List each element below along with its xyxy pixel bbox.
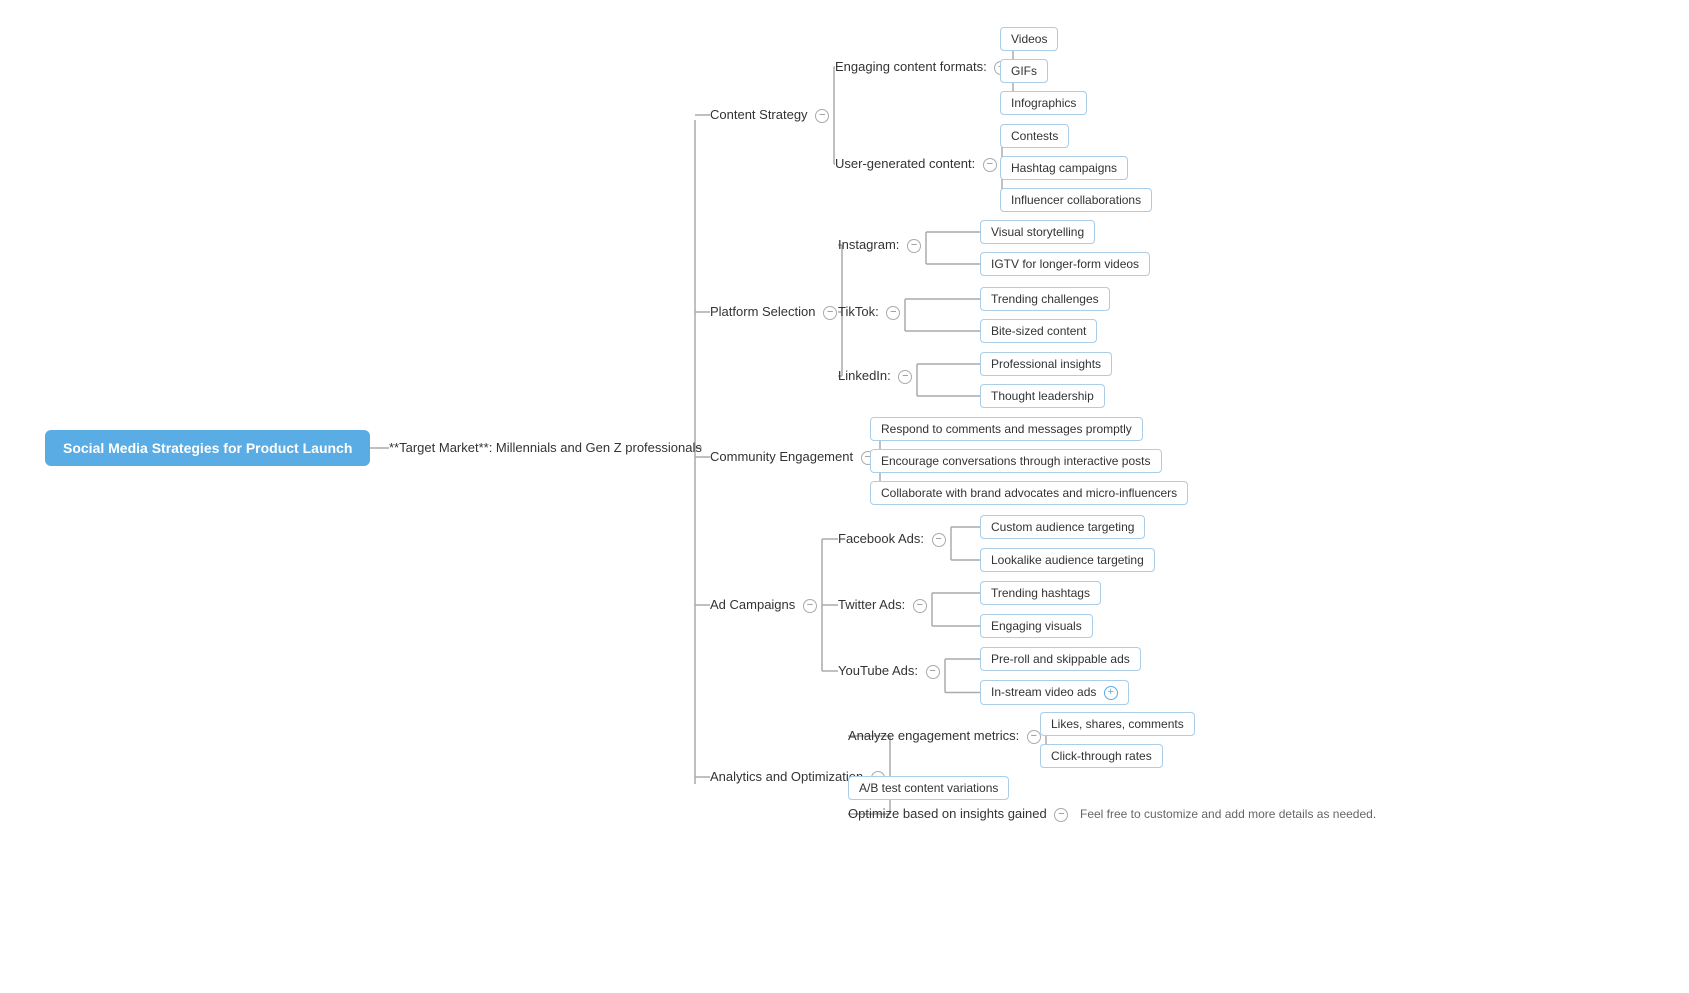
- user-generated-collapse[interactable]: −: [983, 158, 997, 172]
- leaf-igtv: IGTV for longer-form videos: [980, 252, 1150, 276]
- target-market-label: **Target Market**: Millennials and Gen Z…: [389, 440, 702, 455]
- leaf-thought-leadership: Thought leadership: [980, 384, 1105, 408]
- youtube-ads-collapse[interactable]: −: [926, 665, 940, 679]
- leaf-engaging-visuals: Engaging visuals: [980, 614, 1093, 638]
- tiktok-label: TikTok: −: [838, 304, 900, 320]
- branch-platform-selection: Platform Selection −: [710, 304, 837, 320]
- leaf-encourage-conversations: Encourage conversations through interact…: [870, 449, 1162, 473]
- leaf-trending-challenges: Trending challenges: [980, 287, 1110, 311]
- leaf-lookalike-audience: Lookalike audience targeting: [980, 548, 1155, 572]
- target-market-node: **Target Market**: Millennials and Gen Z…: [389, 440, 702, 455]
- leaf-ab-test: A/B test content variations: [848, 776, 1009, 800]
- leaf-professional-insights: Professional insights: [980, 352, 1112, 376]
- leaf-preroll-ads: Pre-roll and skippable ads: [980, 647, 1141, 671]
- facebook-ads-collapse[interactable]: −: [932, 533, 946, 547]
- leaf-instream-video: In-stream video ads +: [980, 680, 1129, 705]
- analyze-engagement-label: Analyze engagement metrics: −: [848, 728, 1041, 744]
- leaf-click-through: Click-through rates: [1040, 744, 1163, 768]
- leaf-bite-sized: Bite-sized content: [980, 319, 1097, 343]
- connector-lines: [0, 0, 1689, 993]
- instagram-collapse[interactable]: −: [907, 239, 921, 253]
- ad-campaigns-collapse[interactable]: −: [803, 599, 817, 613]
- optimize-label: Optimize based on insights gained − Feel…: [848, 806, 1376, 822]
- leaf-collaborate-advocates: Collaborate with brand advocates and mic…: [870, 481, 1188, 505]
- root-label: Social Media Strategies for Product Laun…: [63, 440, 352, 456]
- leaf-respond-comments: Respond to comments and messages promptl…: [870, 417, 1143, 441]
- optimize-extra: Feel free to customize and add more deta…: [1080, 807, 1376, 821]
- facebook-ads-label: Facebook Ads: −: [838, 531, 946, 547]
- tiktok-collapse[interactable]: −: [886, 306, 900, 320]
- leaf-infographics: Infographics: [1000, 91, 1087, 115]
- twitter-ads-collapse[interactable]: −: [913, 599, 927, 613]
- leaf-hashtag-campaigns: Hashtag campaigns: [1000, 156, 1128, 180]
- root-node[interactable]: Social Media Strategies for Product Laun…: [45, 430, 370, 466]
- twitter-ads-label: Twitter Ads: −: [838, 597, 927, 613]
- leaf-gifs: GIFs: [1000, 59, 1048, 83]
- branch-content-strategy: Content Strategy −: [710, 107, 829, 123]
- leaf-likes-shares: Likes, shares, comments: [1040, 712, 1195, 736]
- content-strategy-label: Content Strategy: [710, 107, 808, 122]
- engaging-content-label: Engaging content formats: −: [835, 59, 1008, 75]
- analyze-engagement-collapse[interactable]: −: [1027, 730, 1041, 744]
- leaf-influencer-collab: Influencer collaborations: [1000, 188, 1152, 212]
- leaf-contests: Contests: [1000, 124, 1069, 148]
- leaf-trending-hashtags: Trending hashtags: [980, 581, 1101, 605]
- linkedin-label: LinkedIn: −: [838, 368, 912, 384]
- youtube-ads-label: YouTube Ads: −: [838, 663, 940, 679]
- mindmap-container: Social Media Strategies for Product Laun…: [0, 0, 1689, 993]
- instream-expand[interactable]: +: [1104, 686, 1118, 700]
- user-generated-label: User-generated content: −: [835, 156, 997, 172]
- platform-selection-collapse[interactable]: −: [823, 306, 837, 320]
- optimize-collapse[interactable]: −: [1054, 808, 1068, 822]
- leaf-custom-audience: Custom audience targeting: [980, 515, 1145, 539]
- leaf-visual-storytelling: Visual storytelling: [980, 220, 1095, 244]
- branch-ad-campaigns: Ad Campaigns −: [710, 597, 817, 613]
- linkedin-collapse[interactable]: −: [898, 370, 912, 384]
- instagram-label: Instagram: −: [838, 237, 921, 253]
- branch-community-engagement: Community Engagement −: [710, 449, 875, 465]
- content-strategy-collapse[interactable]: −: [815, 109, 829, 123]
- leaf-videos: Videos: [1000, 27, 1058, 51]
